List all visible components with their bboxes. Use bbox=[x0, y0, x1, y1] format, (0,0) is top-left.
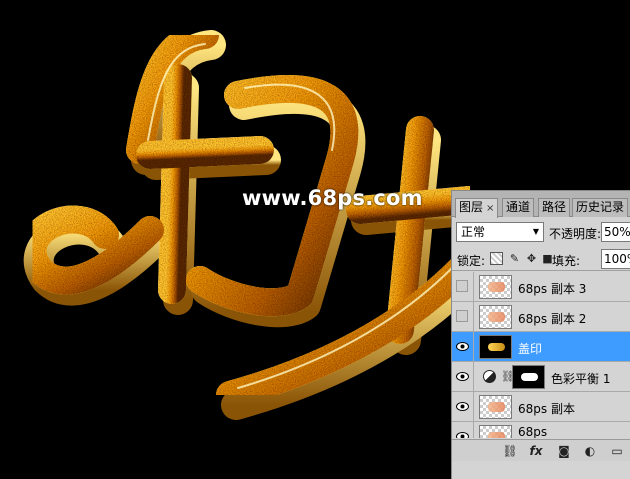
lock-label: 锁定: bbox=[457, 254, 486, 268]
lock-fill-row: 锁定: ✎ ✥ ■ 填充: 100% bbox=[452, 247, 630, 271]
adjustment-layer-icon bbox=[483, 370, 496, 383]
blend-opacity-row: 正常 ▼ 不透明度: 50% bbox=[452, 219, 630, 245]
layer-list: 68ps 副本 3 68ps 副本 2 盖印 ⛓ 色彩平衡 1 68ps 副本 … bbox=[452, 272, 630, 438]
panel-footer: ⛓ fx ◙ ◐ ▭ bbox=[452, 439, 630, 461]
gold-lettering bbox=[18, 21, 491, 420]
layer-thumbnail bbox=[479, 305, 512, 329]
layers-panel: 图层 × 通道 路径 历史记录 正常 ▼ 不透明度: 50% 锁定: ✎ ✥ ■ … bbox=[451, 190, 630, 479]
tab-channels-label: 通道 bbox=[506, 200, 531, 214]
opacity-input[interactable]: 50% bbox=[601, 222, 630, 242]
visibility-toggle[interactable] bbox=[452, 392, 474, 422]
eye-icon bbox=[456, 372, 469, 381]
watermark-text: www.68ps.com bbox=[242, 186, 423, 210]
visibility-toggle[interactable] bbox=[452, 422, 474, 438]
thumbnail-art bbox=[488, 282, 505, 292]
brush-icon[interactable]: ✎ bbox=[508, 252, 521, 265]
tab-history-label: 历史记录 bbox=[576, 200, 625, 214]
thumbnail-art bbox=[488, 402, 505, 412]
layer-name: 色彩平衡 1 bbox=[551, 372, 611, 386]
tab-channels[interactable]: 通道 bbox=[502, 198, 535, 217]
visibility-toggle[interactable] bbox=[452, 362, 474, 392]
layer-row-stamp[interactable]: 盖印 bbox=[452, 332, 630, 362]
layer-name: 68ps bbox=[518, 425, 548, 438]
layer-row-68ps-copy[interactable]: 68ps 副本 bbox=[452, 392, 630, 422]
tab-paths-label: 路径 bbox=[542, 200, 567, 214]
layer-row-68ps-copy-2[interactable]: 68ps 副本 2 bbox=[452, 302, 630, 332]
layer-thumbnail bbox=[479, 425, 512, 438]
blend-mode-value: 正常 bbox=[461, 225, 486, 239]
tab-layers[interactable]: 图层 × bbox=[455, 198, 499, 218]
close-icon[interactable]: × bbox=[486, 203, 494, 214]
move-icon[interactable]: ✥ bbox=[525, 252, 538, 265]
link-icon[interactable]: ⛓ bbox=[502, 443, 518, 459]
layer-thumbnail bbox=[479, 275, 512, 299]
layer-name: 盖印 bbox=[518, 342, 543, 356]
thumbnail-art bbox=[488, 312, 505, 322]
adjustment-icon[interactable]: ◐ bbox=[582, 443, 598, 459]
chevron-down-icon: ▼ bbox=[532, 227, 539, 236]
fill-input[interactable]: 100% bbox=[601, 249, 630, 269]
layer-thumbnail bbox=[479, 335, 512, 359]
layer-name: 68ps 副本 bbox=[518, 402, 575, 416]
layer-row-68ps-copy-3[interactable]: 68ps 副本 3 bbox=[452, 272, 630, 302]
opacity-label: 不透明度: bbox=[549, 227, 602, 241]
thumbnail-art bbox=[521, 373, 538, 381]
visibility-off-icon bbox=[456, 310, 468, 322]
tab-history[interactable]: 历史记录 bbox=[572, 198, 629, 217]
thumbnail-art bbox=[488, 432, 505, 438]
visibility-toggle[interactable] bbox=[452, 332, 474, 362]
eye-icon bbox=[456, 342, 469, 351]
visibility-off-icon bbox=[456, 280, 468, 292]
mask-icon[interactable]: ◙ bbox=[556, 443, 572, 459]
lock-transparency-icon[interactable] bbox=[490, 252, 503, 265]
blend-mode-select[interactable]: 正常 ▼ bbox=[456, 222, 544, 242]
fx-icon[interactable]: fx bbox=[528, 443, 544, 459]
folder-icon[interactable]: ▭ bbox=[609, 443, 625, 459]
layer-name: 68ps 副本 3 bbox=[518, 282, 587, 296]
layer-thumbnail bbox=[479, 395, 512, 419]
thumbnail-art bbox=[488, 343, 505, 351]
visibility-toggle[interactable] bbox=[452, 302, 474, 332]
eye-icon bbox=[456, 402, 469, 411]
eye-icon bbox=[456, 432, 469, 438]
visibility-toggle[interactable] bbox=[452, 272, 474, 302]
fill-label: 填充: bbox=[552, 254, 581, 268]
layer-row-68ps[interactable]: 68ps bbox=[452, 422, 630, 438]
layer-name: 68ps 副本 2 bbox=[518, 312, 587, 326]
layer-row-color-balance[interactable]: ⛓ 色彩平衡 1 bbox=[452, 362, 630, 392]
panel-tab-bar: 图层 × 通道 路径 历史记录 bbox=[452, 191, 630, 218]
layer-mask-thumbnail bbox=[512, 365, 545, 389]
tab-layers-label: 图层 bbox=[459, 200, 484, 214]
tab-paths[interactable]: 路径 bbox=[538, 198, 571, 217]
